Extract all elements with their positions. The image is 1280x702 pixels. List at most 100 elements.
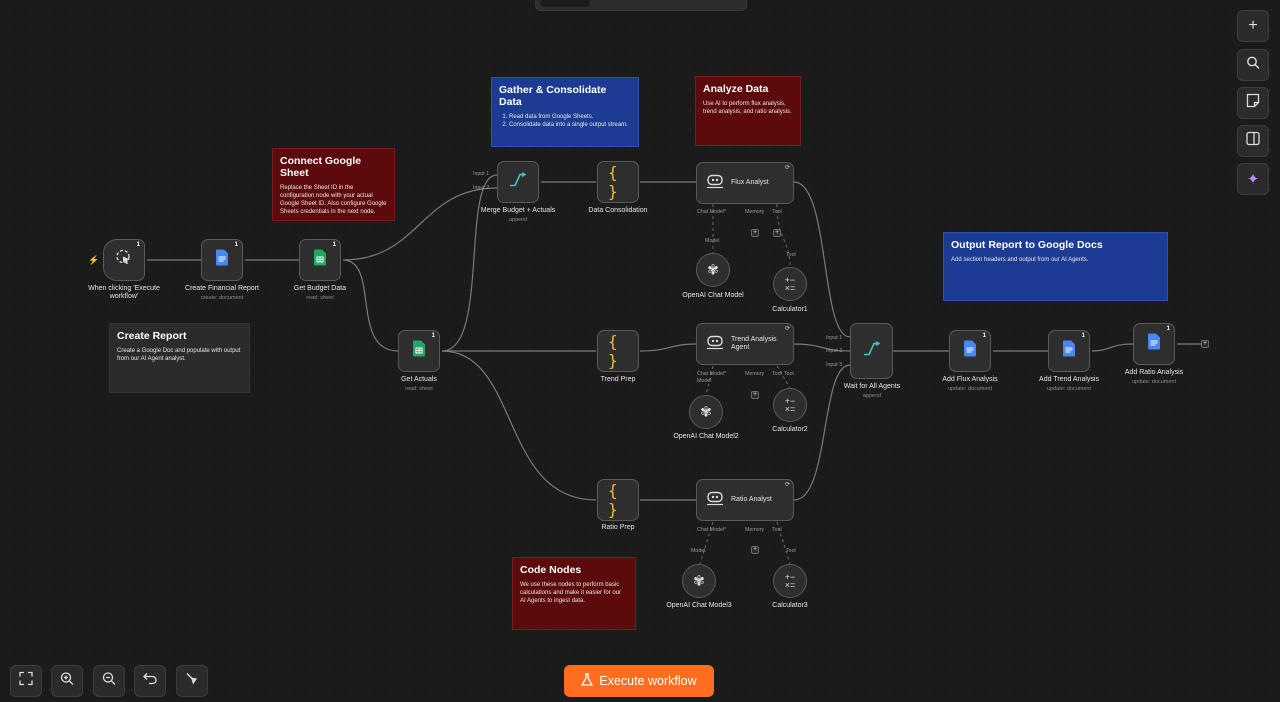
node-get-budget-data[interactable]: 1 [299, 239, 341, 281]
code-braces-icon: { } [608, 332, 618, 370]
node-label: Calculator2 [772, 426, 808, 433]
run-count-badge: 1 [431, 333, 435, 339]
add-next-node-button[interactable]: + [1201, 340, 1209, 348]
node-ratio-analyst[interactable]: Ratio Analyst ⟳ [696, 479, 794, 521]
ai-assistant-button[interactable]: ✦ [1237, 163, 1269, 195]
active-tab-segment[interactable] [540, 0, 590, 7]
add-node-button[interactable]: + [1237, 10, 1269, 42]
node-label: Get Budget Data [293, 285, 347, 292]
node-trigger[interactable]: 1 [103, 239, 145, 281]
node-label: Flux Analyst [731, 179, 769, 186]
run-count-badge: 1 [136, 242, 140, 248]
google-docs-icon [216, 249, 228, 271]
note-title: Code Nodes [520, 564, 582, 576]
node-merge-budget-actuals[interactable] [497, 161, 539, 203]
openai-icon: ✾ [707, 261, 719, 278]
run-count-badge: 1 [234, 242, 238, 248]
memory-slot-label: Memory [745, 209, 765, 215]
toggle-panel-button[interactable] [1237, 125, 1269, 157]
note-analyze-data[interactable]: Analyze Data Use AI to perform flux anal… [695, 76, 801, 146]
wire-budget-actuals [342, 259, 399, 352]
model-connector-label: Model [705, 238, 720, 244]
node-trigger-label: When clicking 'Execute workflow' [88, 285, 160, 300]
search-nodes-button[interactable] [1237, 49, 1269, 81]
node-add-trend-analysis[interactable]: 1 [1048, 330, 1090, 372]
node-add-ratio-analysis[interactable]: 1 [1133, 323, 1175, 365]
node-calculator3[interactable]: +− ×= [773, 564, 807, 598]
chat-model-slot-label: Chat Model* [697, 371, 727, 377]
node-openai-chat-model3[interactable]: ✾ [682, 564, 716, 598]
node-label: Create Financial Report [185, 285, 259, 292]
add-tool-button[interactable]: + [773, 229, 781, 237]
google-sheets-icon [314, 249, 326, 271]
note-connect-google-sheet[interactable]: Connect Google Sheet Replace the Sheet I… [272, 148, 395, 221]
panel-icon [1246, 131, 1260, 151]
node-label: Add Ratio Analysis [1124, 369, 1184, 376]
note-output-report[interactable]: Output Report to Google Docs Add section… [943, 232, 1168, 301]
node-label: Data Consolidation [588, 207, 648, 214]
undo-button[interactable] [134, 665, 166, 697]
note-gather-consolidate[interactable]: Gather & Consolidate Data Read data from… [491, 77, 639, 147]
add-memory-button[interactable]: + [751, 546, 759, 554]
workflow-canvas[interactable]: Connect Google Sheet Replace the Sheet I… [0, 0, 1280, 702]
node-add-flux-analysis[interactable]: 1 [949, 330, 991, 372]
node-calculator1[interactable]: +− ×= [773, 267, 807, 301]
node-ratio-prep[interactable]: { } [597, 479, 639, 521]
note-create-report[interactable]: Create Report Create a Google Doc and po… [109, 323, 250, 393]
node-flux-analyst[interactable]: Flux Analyst ⟳ [696, 162, 794, 204]
zoom-in-icon [60, 672, 74, 691]
memory-slot-label: Memory [745, 527, 765, 533]
node-label: OpenAI Chat Model3 [666, 602, 732, 609]
openai-icon: ✾ [700, 403, 712, 420]
add-sticky-note-button[interactable] [1237, 87, 1269, 119]
node-label: Merge Budget + Actuals [480, 207, 556, 214]
node-openai-chat-model[interactable]: ✾ [696, 253, 730, 287]
node-sublabel: create: document [200, 295, 244, 301]
execute-workflow-button[interactable]: Execute workflow [564, 665, 714, 697]
node-label: Get Actuals [401, 376, 437, 383]
wire-actuals-merge [441, 174, 498, 352]
note-list: Read data from Google Sheets. Consolidat… [499, 113, 631, 129]
flask-icon [581, 673, 594, 689]
node-get-actuals[interactable]: 1 [398, 330, 440, 372]
node-wait-for-all-agents[interactable] [850, 323, 893, 379]
code-braces-icon: { } [608, 163, 618, 201]
node-openai-chat-model2[interactable]: ✾ [689, 395, 723, 429]
google-sheets-icon [413, 340, 425, 362]
calculator-icon: +− ×= [784, 572, 796, 590]
node-label: Calculator3 [772, 602, 808, 609]
tool-slot-label: Tool [772, 209, 782, 215]
google-docs-icon [964, 340, 976, 362]
openai-icon: ✾ [693, 572, 705, 589]
note-title: Output Report to Google Docs [951, 239, 1103, 251]
fit-view-button[interactable] [10, 665, 42, 697]
node-calculator2[interactable]: +− ×= [773, 388, 807, 422]
note-title: Create Report [117, 330, 187, 342]
google-docs-icon [1148, 333, 1160, 355]
plus-icon: + [1248, 17, 1258, 34]
tidy-up-button[interactable] [176, 665, 208, 697]
zoom-out-button[interactable] [93, 665, 125, 697]
tool-connector-label: Tool [786, 548, 796, 554]
node-trend-prep[interactable]: { } [597, 330, 639, 372]
run-count-badge: 1 [332, 242, 336, 248]
add-memory-button[interactable]: + [751, 229, 759, 237]
note-body: Add section headers and output from our … [951, 257, 1089, 263]
search-icon [1246, 56, 1260, 75]
run-count-badge: 1 [982, 333, 986, 339]
node-create-financial-report[interactable]: 1 [201, 239, 243, 281]
node-trend-analysis-agent[interactable]: Trend Analysis Agent ⟳ [696, 323, 794, 365]
zoom-in-button[interactable] [51, 665, 83, 697]
zoom-out-icon [102, 672, 116, 691]
note-body: Use AI to perform flux analysis, trend a… [703, 101, 792, 115]
note-list-item: Consolidate data into a single output st… [509, 121, 631, 129]
note-title: Gather & Consolidate Data [499, 84, 607, 108]
node-data-consolidation[interactable]: { } [597, 161, 639, 203]
input-3-label: Input 3 [826, 362, 843, 368]
node-label: Trend Analysis Agent [731, 336, 777, 351]
node-label: Wait for All Agents [843, 383, 901, 390]
top-tab-bar[interactable] [535, 0, 747, 11]
add-memory-button[interactable]: + [751, 391, 759, 399]
note-code-nodes[interactable]: Code Nodes We use these nodes to perform… [512, 557, 636, 630]
node-sublabel: update: document [947, 386, 993, 392]
